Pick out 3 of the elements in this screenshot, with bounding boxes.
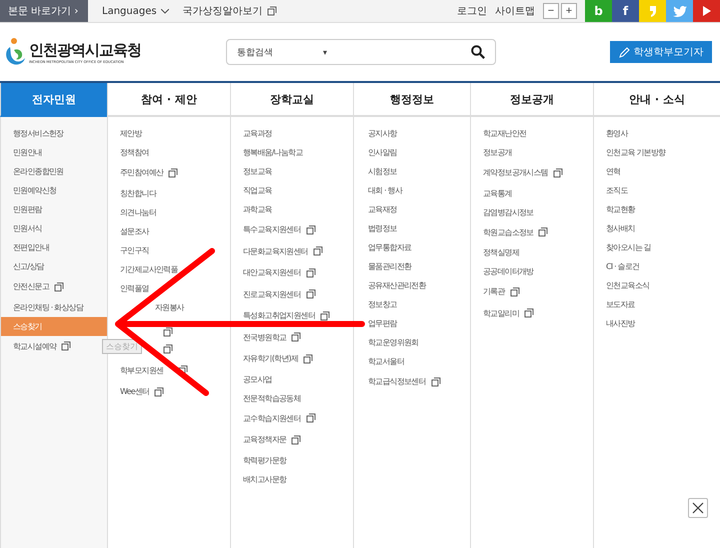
hover-tooltip: 스승찾기 [102, 339, 142, 354]
select-caret: ▾ [323, 48, 328, 56]
logo-title: 인천광역시교육청 [29, 40, 141, 60]
